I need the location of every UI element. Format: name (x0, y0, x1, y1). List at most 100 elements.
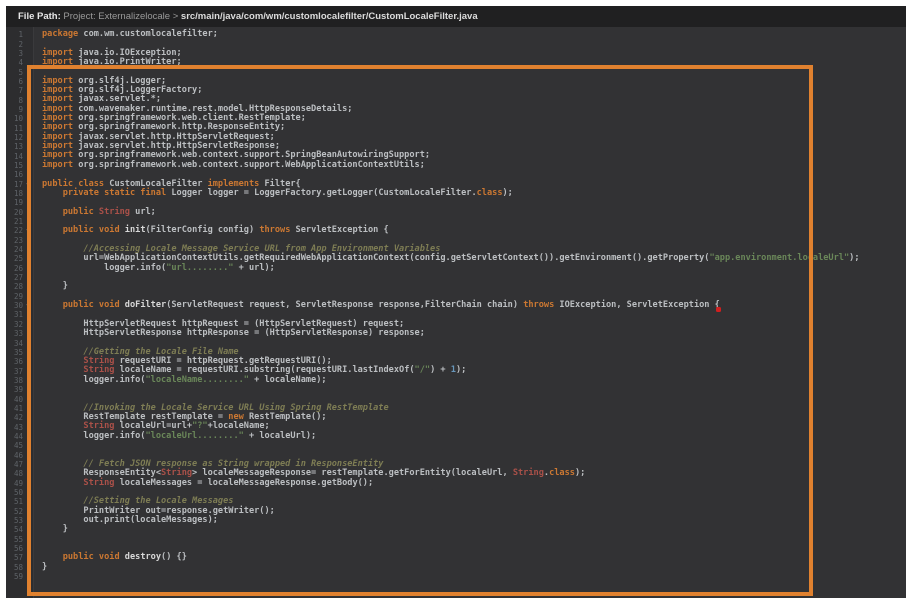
gutter-line: 47 (6, 460, 33, 469)
line-number: 52 (6, 507, 23, 516)
code-line: public String url; (42, 208, 906, 217)
line-number: 4 (6, 58, 23, 67)
code-line: HttpServletResponse httpResponse = (Http… (42, 329, 906, 338)
gutter-line: 9 (6, 105, 33, 114)
line-number: 44 (6, 432, 23, 441)
code-line (42, 198, 906, 207)
gutter-line: 23 (6, 236, 33, 245)
gutter-line: 55 (6, 535, 33, 544)
gutter-line: 34 (6, 338, 33, 347)
error-indicator-dot (716, 307, 721, 312)
line-number: 21 (6, 217, 23, 226)
gutter-line: 13 (6, 142, 33, 151)
gutter-line: 52 (6, 507, 33, 516)
fold-toggle-icon[interactable]: ▾ (23, 227, 32, 234)
line-number: 8 (6, 96, 23, 105)
code-line (42, 535, 906, 544)
gutter-line: 26 (6, 264, 33, 273)
gutter-line: 15 (6, 161, 33, 170)
code-line (42, 273, 906, 282)
line-number: 49 (6, 479, 23, 488)
line-number: 5 (6, 68, 23, 77)
code-line: } (42, 282, 906, 291)
line-number: 58 (6, 563, 23, 572)
gutter-line: 4 (6, 58, 33, 67)
line-number: 18 (6, 189, 23, 198)
line-number: 9 (6, 105, 23, 114)
line-number-gutter[interactable]: 1234567891011121314151617▾1819202122▾232… (6, 27, 34, 598)
gutter-line: 38 (6, 376, 33, 385)
gutter-line: 28 (6, 282, 33, 291)
line-number: 53 (6, 516, 23, 525)
gutter-line: 44 (6, 432, 33, 441)
gutter-line: 37 (6, 366, 33, 375)
gutter-line: 14 (6, 151, 33, 160)
code-line: public void destroy() {} (42, 553, 906, 562)
line-number: 23 (6, 236, 23, 245)
gutter-line: 35 (6, 348, 33, 357)
gutter-line: 22▾ (6, 226, 33, 235)
gutter-line: 54 (6, 525, 33, 534)
line-number: 7 (6, 86, 23, 95)
gutter-line: 3 (6, 49, 33, 58)
line-number: 54 (6, 525, 23, 534)
gutter-line: 49 (6, 479, 33, 488)
line-number: 45 (6, 441, 23, 450)
gutter-line: 27 (6, 273, 33, 282)
line-number: 30 (6, 301, 23, 310)
line-number: 55 (6, 535, 23, 544)
gutter-line: 40 (6, 394, 33, 403)
line-number: 20 (6, 208, 23, 217)
line-number: 41 (6, 404, 23, 413)
line-number: 50 (6, 488, 23, 497)
gutter-line: 59 (6, 572, 33, 581)
gutter-line: 33 (6, 329, 33, 338)
file-name-path: src/main/java/com/wm/customlocalefilter/… (181, 11, 478, 22)
line-number: 56 (6, 544, 23, 553)
line-number: 33 (6, 329, 23, 338)
line-number: 13 (6, 142, 23, 151)
gutter-line: 6 (6, 77, 33, 86)
gutter-line: 41 (6, 404, 33, 413)
code-line: import org.slf4j.LoggerFactory; (42, 86, 906, 95)
file-path-label: File Path: (18, 11, 63, 22)
gutter-line: 42 (6, 413, 33, 422)
line-number: 19 (6, 198, 23, 207)
code-line: private static final Logger logger = Log… (42, 189, 906, 198)
gutter-line: 2 (6, 39, 33, 48)
code-line: import org.springframework.web.context.s… (42, 161, 906, 170)
project-breadcrumb: Project: Externalizelocale > (63, 11, 181, 22)
line-number: 16 (6, 170, 23, 179)
code-line: import java.io.PrintWriter; (42, 58, 906, 67)
gutter-line: 46 (6, 450, 33, 459)
gutter-line: 11 (6, 123, 33, 132)
line-number: 59 (6, 572, 23, 581)
line-number: 38 (6, 376, 23, 385)
code-line (42, 67, 906, 76)
gutter-line: 10 (6, 114, 33, 123)
code-line: logger.info("localeUrl........" + locale… (42, 432, 906, 441)
line-number: 10 (6, 114, 23, 123)
gutter-line: 45 (6, 441, 33, 450)
line-number: 12 (6, 133, 23, 142)
gutter-line: 5 (6, 67, 33, 76)
code-lines[interactable]: package com.wm.customlocalefilter; impor… (34, 27, 906, 598)
gutter-line: 39 (6, 385, 33, 394)
gutter-line: 7 (6, 86, 33, 95)
gutter-line: 16 (6, 170, 33, 179)
code-line: } (42, 525, 906, 534)
fold-toggle-icon[interactable]: ▾ (23, 302, 32, 309)
code-line: public void init(FilterConfig config) th… (42, 226, 906, 235)
line-number: 26 (6, 264, 23, 273)
gutter-line: 20 (6, 208, 33, 217)
line-number: 37 (6, 367, 23, 376)
line-number: 6 (6, 77, 23, 86)
gutter-line: 25 (6, 254, 33, 263)
fold-toggle-icon[interactable]: ▾ (23, 181, 32, 188)
gutter-line: 30▾ (6, 301, 33, 310)
editor-area[interactable]: 1234567891011121314151617▾1819202122▾232… (6, 27, 906, 598)
gutter-line: 17▾ (6, 180, 33, 189)
line-number: 51 (6, 497, 23, 506)
line-number: 29 (6, 292, 23, 301)
gutter-line: 24 (6, 245, 33, 254)
